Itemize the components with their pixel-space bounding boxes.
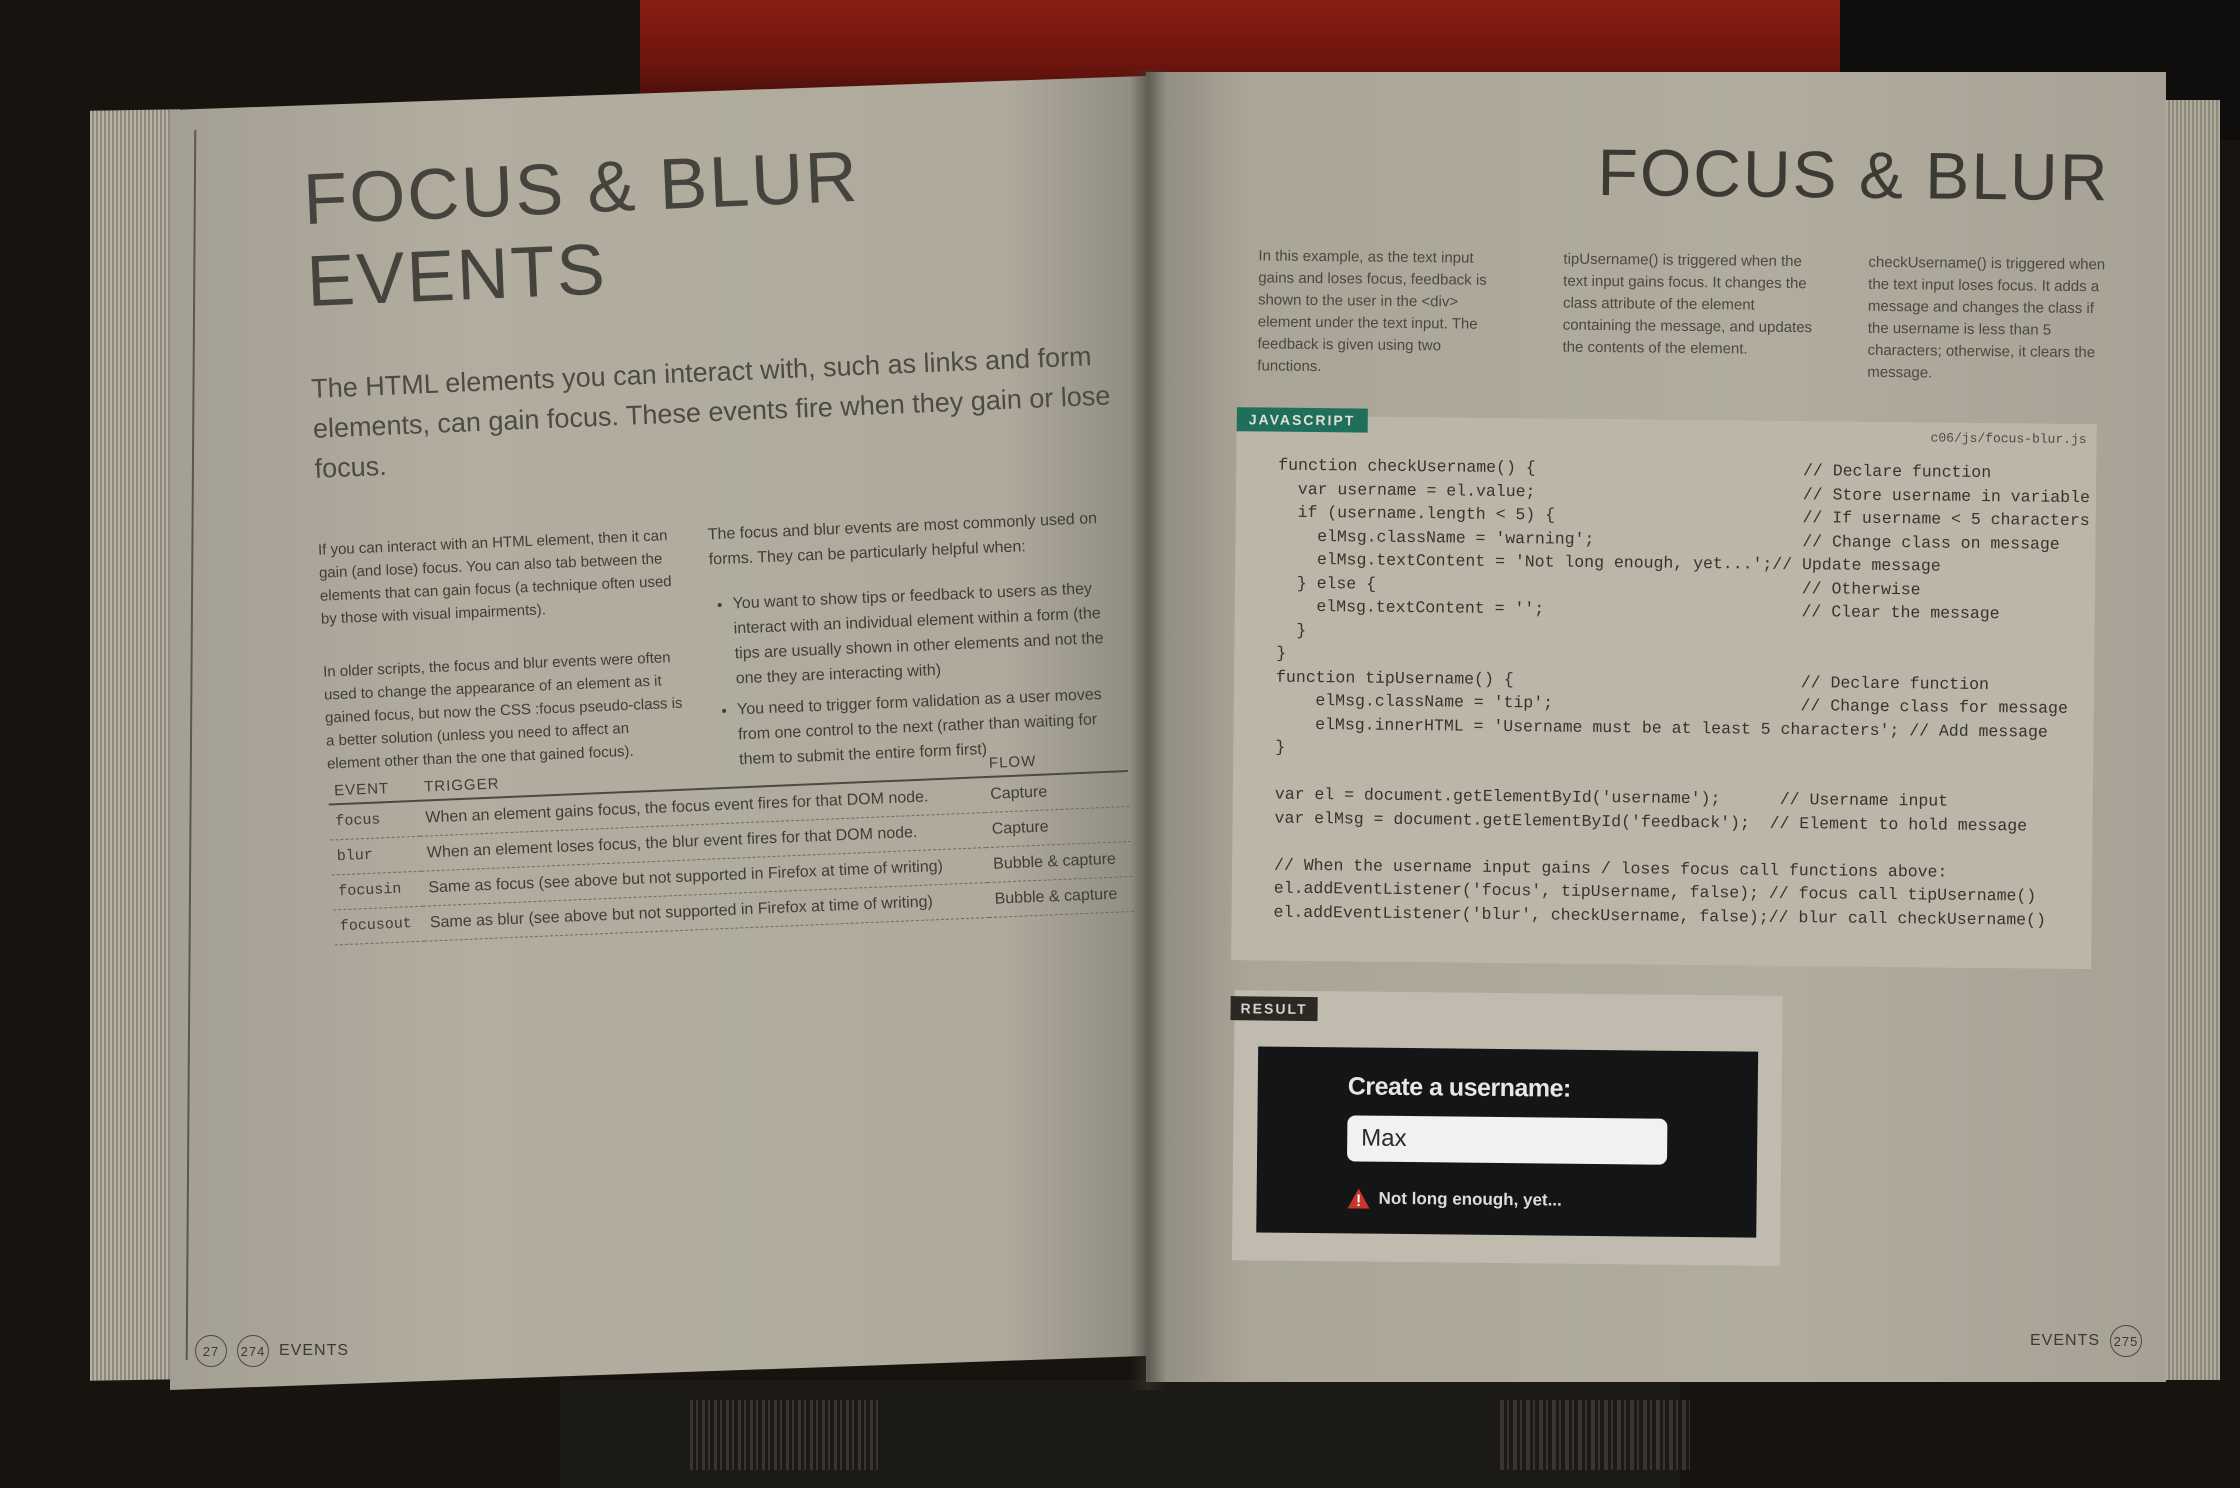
right-page-title: FOCUS & BLUR xyxy=(1597,134,2110,215)
code-block: function checkUsername() { // Declare fu… xyxy=(1273,455,2091,930)
table-cell-flow: Capture xyxy=(983,771,1130,813)
table-cell-event: focusout xyxy=(333,906,425,945)
right-page-footer: EVENTS 275 xyxy=(2030,1325,2143,1357)
left-page-footer: 27 274 EVENTS xyxy=(195,1335,349,1367)
result-label: RESULT xyxy=(1230,996,1318,1022)
book-page-edges-left xyxy=(90,109,180,1381)
table-cell-event: focus xyxy=(328,800,421,841)
book-page-edges-right xyxy=(2160,100,2220,1380)
result-warning: Not long enough, yet... xyxy=(1346,1187,1562,1211)
right-page-content: FOCUS & BLUR In this example, as the tex… xyxy=(1207,110,2120,1359)
page-number: 275 xyxy=(2110,1325,2143,1357)
table-cell-flow: Bubble & capture xyxy=(987,876,1134,918)
javascript-panel: JAVASCRIPT c06/js/focus-blur.js function… xyxy=(1231,407,2097,970)
info-columns: In this example, as the text input gains… xyxy=(1257,245,2128,386)
events-table: EVENT TRIGGER FLOW focus When an element… xyxy=(327,745,1134,945)
barcode-right xyxy=(1500,1400,1690,1470)
info-column: In this example, as the text input gains… xyxy=(1257,247,1487,376)
paragraph: The focus and blur events are most commo… xyxy=(707,510,1098,569)
info-column: tipUsername() is triggered when the text… xyxy=(1562,250,1813,358)
bullet-list: You want to show tips or feedback to use… xyxy=(710,576,1117,774)
footer-label: EVENTS xyxy=(2030,1332,2101,1349)
chapter-number: 27 xyxy=(195,1335,227,1367)
left-page-content: FOCUS & BLUR EVENTS The HTML elements yo… xyxy=(280,86,1152,1369)
footer-label: EVENTS xyxy=(279,1342,350,1359)
result-heading: Create a username: xyxy=(1347,1072,1571,1103)
warning-triangle-icon xyxy=(1346,1187,1370,1209)
list-item: You want to show tips or feedback to use… xyxy=(732,576,1114,692)
paragraph: If you can interact with an HTML element… xyxy=(317,527,672,628)
left-page-title: FOCUS & BLUR EVENTS xyxy=(301,136,861,322)
table-cell-event: focusin xyxy=(331,871,424,910)
javascript-filename: c06/js/focus-blur.js xyxy=(1930,430,2087,448)
javascript-label: JAVASCRIPT xyxy=(1236,407,1368,433)
table-cell-event: blur xyxy=(330,836,422,875)
left-column-b: The focus and blur events are most commo… xyxy=(707,506,1117,780)
column-header-event: EVENT xyxy=(327,774,419,805)
username-input[interactable] xyxy=(1346,1115,1668,1165)
info-column: checkUsername() is triggered when the te… xyxy=(1867,253,2106,382)
warning-text: Not long enough, yet... xyxy=(1378,1188,1562,1210)
left-page-intro: The HTML elements you can interact with,… xyxy=(310,341,1111,484)
result-demo-box: Create a username: Not long enough, yet.… xyxy=(1256,1046,1759,1238)
page-number: 274 xyxy=(237,1335,269,1367)
paragraph: In older scripts, the focus and blur eve… xyxy=(322,649,683,773)
left-column-a: If you can interact with an HTML element… xyxy=(318,524,689,806)
barcode-left xyxy=(690,1400,880,1470)
